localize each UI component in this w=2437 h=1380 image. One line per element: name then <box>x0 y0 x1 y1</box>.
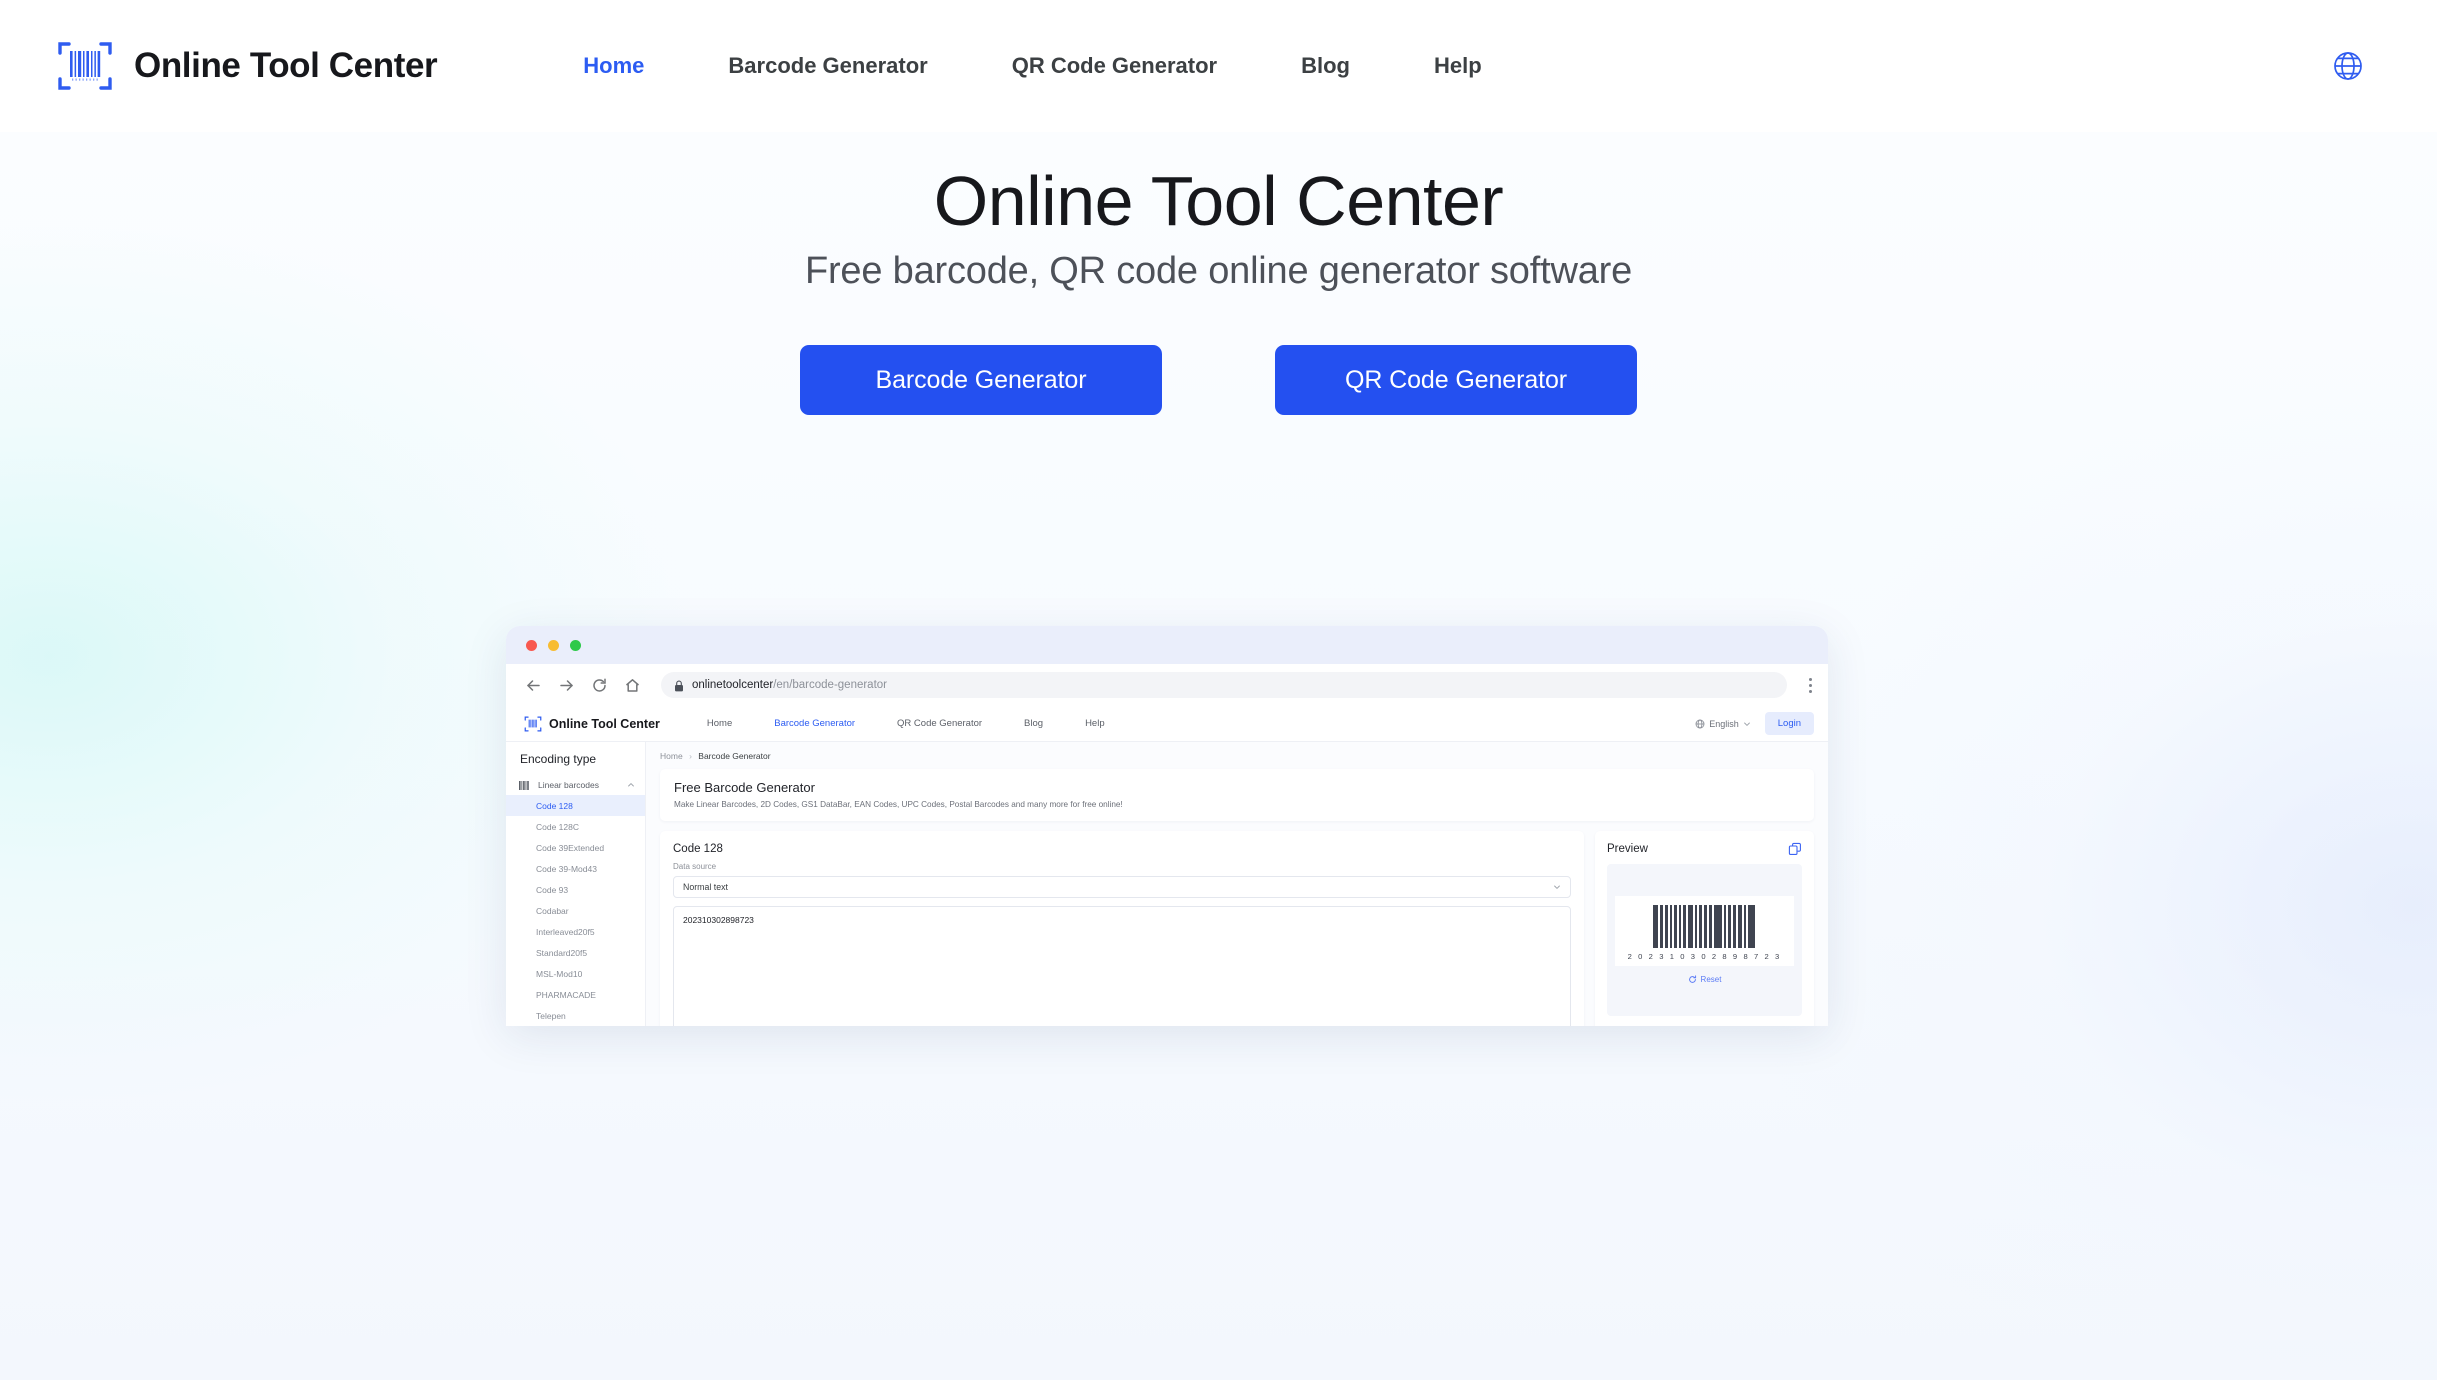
mockup-nav-item-barcode-generator[interactable]: Barcode Generator <box>753 718 876 729</box>
lock-icon <box>674 679 684 692</box>
nav-item-home[interactable]: Home <box>541 53 686 79</box>
breadcrumb: Home › Barcode Generator <box>660 751 1814 761</box>
data-source-label: Data source <box>673 862 717 871</box>
data-source-value: Normal text <box>683 882 728 892</box>
sidebar-item-telepen[interactable]: Telepen <box>506 1005 645 1026</box>
sidebar-item-code-128[interactable]: Code 128 <box>506 795 645 816</box>
mockup-site: Online Tool Center Home Barcode Generato… <box>506 706 1828 1026</box>
mockup-nav-item-blog[interactable]: Blog <box>1003 718 1064 729</box>
breadcrumb-separator: › <box>689 751 692 761</box>
mockup-nav-item-qr-code-generator[interactable]: QR Code Generator <box>876 718 1003 729</box>
mockup-nav-item-home[interactable]: Home <box>686 718 753 729</box>
nav-item-qr-code-generator[interactable]: QR Code Generator <box>970 53 1259 79</box>
cta-button-group: Barcode Generator QR Code Generator <box>0 345 2437 416</box>
browser-titlebar <box>506 626 1828 664</box>
sidebar-item-interleaved20f5[interactable]: Interleaved20f5 <box>506 921 645 942</box>
barcode-scan-icon <box>56 37 114 95</box>
sidebar-item-code-93[interactable]: Code 93 <box>506 879 645 900</box>
breadcrumb-current: Barcode Generator <box>698 751 771 761</box>
barcode-icon <box>519 780 530 790</box>
sidebar-item-msl-mod10[interactable]: MSL-Mod10 <box>506 963 645 984</box>
encoding-type-sidebar: Encoding type Linear barcodes Code 128 C… <box>506 742 646 1026</box>
reset-button[interactable]: Reset <box>1688 975 1722 984</box>
breadcrumb-home[interactable]: Home <box>660 751 683 761</box>
generator-form-card: Code 128 Data source Normal text 2023103… <box>660 831 1584 1026</box>
globe-icon <box>1695 719 1705 729</box>
sidebar-item-codabar[interactable]: Codabar <box>506 900 645 921</box>
brand-logo[interactable]: Online Tool Center <box>56 37 438 95</box>
browser-toolbar: onlinetoolcenter/en/barcode-generator <box>506 664 1828 706</box>
url-domain: onlinetoolcenter <box>692 679 774 691</box>
window-close-dot <box>526 639 537 651</box>
mockup-brand-name: Online Tool Center <box>549 716 660 731</box>
sidebar-title: Encoding type <box>520 752 597 766</box>
hero-section: Online Tool Center Free barcode, QR code… <box>0 132 2437 1380</box>
reload-icon[interactable] <box>590 676 609 695</box>
login-button[interactable]: Login <box>1764 712 1814 735</box>
sidebar-group-label: Linear barcodes <box>538 780 599 790</box>
back-arrow-icon[interactable] <box>524 676 543 695</box>
address-bar[interactable]: onlinetoolcenter/en/barcode-generator <box>661 672 1787 698</box>
site-header: Online Tool Center Home Barcode Generato… <box>0 0 2437 132</box>
mockup-site-body: Encoding type Linear barcodes Code 128 C… <box>506 742 1828 1026</box>
window-minimize-dot <box>548 639 559 651</box>
barcode-bars <box>1653 905 1756 948</box>
home-icon[interactable] <box>623 676 642 695</box>
address-bar-url: onlinetoolcenter/en/barcode-generator <box>692 679 887 691</box>
barcode-scan-icon <box>524 715 542 733</box>
mockup-brand-logo[interactable]: Online Tool Center <box>524 715 660 733</box>
sidebar-item-code-39extended[interactable]: Code 39Extended <box>506 837 645 858</box>
barcode-digits: 2 0 2 3 1 0 3 0 2 8 9 8 7 2 3 <box>1627 952 1782 961</box>
mockup-main-content: Home › Barcode Generator Free Barcode Ge… <box>646 742 1828 1026</box>
language-label: English <box>1709 718 1739 729</box>
intro-title: Free Barcode Generator <box>674 780 815 795</box>
sidebar-group-linear-barcodes[interactable]: Linear barcodes <box>506 775 645 795</box>
data-source-select[interactable]: Normal text <box>673 876 1571 898</box>
mockup-header-actions: English Login <box>1695 712 1828 735</box>
page-title: Online Tool Center <box>933 162 1504 240</box>
chevron-up-icon <box>627 781 635 789</box>
language-selector[interactable]: English <box>1695 719 1751 729</box>
sidebar-item-code-128c[interactable]: Code 128C <box>506 816 645 837</box>
preview-column: Preview 2 0 2 3 1 0 3 0 2 8 9 8 7 2 3 Re… <box>1595 831 1814 1026</box>
generator-columns: Code 128 Data source Normal text 2023103… <box>660 831 1814 1026</box>
main-navigation: Home Barcode Generator QR Code Generator… <box>541 53 1523 79</box>
page-intro-card: Free Barcode Generator Make Linear Barco… <box>660 769 1814 821</box>
nav-item-barcode-generator[interactable]: Barcode Generator <box>686 53 969 79</box>
window-maximize-dot <box>570 639 581 651</box>
page-subtitle: Free barcode, QR code online generator s… <box>804 250 1633 293</box>
barcode-data-input[interactable]: 202310302898723 <box>673 906 1571 1026</box>
chevron-down-icon <box>1743 720 1751 728</box>
globe-icon[interactable] <box>2331 49 2365 83</box>
sidebar-item-standard20f5[interactable]: Standard20f5 <box>506 942 645 963</box>
sidebar-item-pharmacade[interactable]: PHARMACADE <box>506 984 645 1005</box>
url-path: /en/barcode-generator <box>773 679 888 691</box>
mockup-navigation: Home Barcode Generator QR Code Generator… <box>686 718 1126 729</box>
forward-arrow-icon[interactable] <box>557 676 576 695</box>
copy-icon[interactable] <box>1788 842 1802 856</box>
barcode-image: 2 0 2 3 1 0 3 0 2 8 9 8 7 2 3 <box>1614 896 1795 966</box>
kebab-menu-icon[interactable] <box>1809 677 1812 693</box>
brand-name: Online Tool Center <box>134 46 438 85</box>
nav-item-blog[interactable]: Blog <box>1259 53 1392 79</box>
mockup-nav-item-help[interactable]: Help <box>1064 718 1126 729</box>
form-title: Code 128 <box>673 843 723 855</box>
qr-code-generator-button[interactable]: QR Code Generator <box>1275 345 1637 416</box>
intro-subtitle: Make Linear Barcodes, 2D Codes, GS1 Data… <box>674 800 1123 809</box>
sidebar-item-code-39-mod43[interactable]: Code 39-Mod43 <box>506 858 645 879</box>
preview-header: Preview <box>1607 842 1802 856</box>
browser-mockup: onlinetoolcenter/en/barcode-generator On… <box>506 626 1828 1026</box>
refresh-icon <box>1688 975 1697 984</box>
reset-label: Reset <box>1700 975 1722 984</box>
preview-stage: 2 0 2 3 1 0 3 0 2 8 9 8 7 2 3 Reset <box>1607 864 1802 1016</box>
nav-item-help[interactable]: Help <box>1392 53 1524 79</box>
barcode-generator-button[interactable]: Barcode Generator <box>800 345 1162 416</box>
preview-card: Preview 2 0 2 3 1 0 3 0 2 8 9 8 7 2 3 Re… <box>1595 831 1814 1026</box>
generator-form-column: Code 128 Data source Normal text 2023103… <box>660 831 1584 1026</box>
mockup-site-header: Online Tool Center Home Barcode Generato… <box>506 706 1828 742</box>
preview-title: Preview <box>1607 843 1648 855</box>
chevron-down-icon <box>1553 883 1561 891</box>
